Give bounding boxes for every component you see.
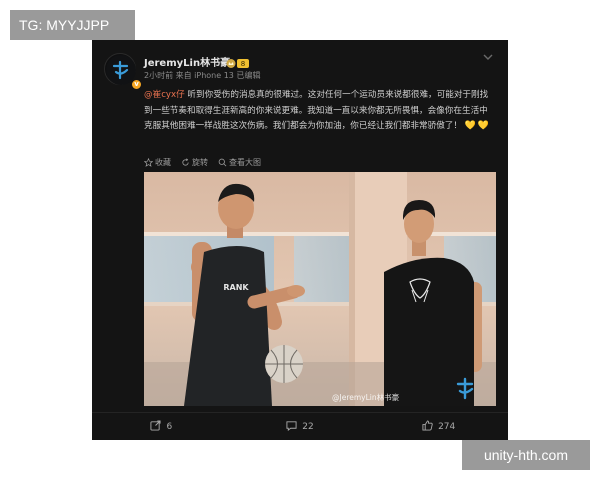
rotate-button[interactable]: 旋转 — [181, 157, 208, 168]
rotate-label: 旋转 — [192, 157, 208, 167]
post-body: 听到你受伤的消息真的很难过。这对任何一个运动员来说都很难，可能对于刚找到一些节奏… — [144, 90, 489, 131]
post-text: @崔cyx仔 听到你受伤的消息真的很难过。这对任何一个运动员来说都很难，可能对于… — [144, 88, 496, 135]
image-actions: 收藏 旋转 查看大图 — [144, 156, 261, 168]
svg-text:8: 8 — [241, 60, 245, 68]
image-watermark: @JeremyLin林书豪 — [332, 393, 400, 402]
chevron-down-icon[interactable] — [480, 48, 496, 60]
username[interactable]: JeremyLin林书豪 — [144, 54, 230, 69]
rotate-icon — [181, 157, 190, 167]
like-button[interactable]: 274 — [369, 413, 508, 440]
magnify-icon — [218, 158, 227, 167]
verified-icon: v — [131, 79, 142, 90]
view-large-label: 查看大图 — [229, 157, 261, 167]
svg-text:RANK: RANK — [223, 283, 249, 292]
favorite-button[interactable]: 收藏 — [144, 157, 171, 168]
comment-button[interactable]: 22 — [231, 413, 370, 440]
like-icon — [422, 419, 433, 434]
post-photo[interactable]: RANK @JeremyLin林书豪 — [144, 172, 496, 406]
weibo-post-card: v JeremyLin林书豪 8 2小时前 来自 iPhone 13 已编辑 @… — [92, 40, 508, 440]
avatar[interactable]: v — [104, 53, 142, 90]
repost-count: 6 — [166, 421, 173, 432]
view-large-button[interactable]: 查看大图 — [218, 157, 261, 168]
repost-button[interactable]: 6 — [92, 413, 231, 440]
comment-count: 22 — [302, 421, 314, 432]
crown-badge-icon: 8 — [226, 54, 250, 68]
repost-icon — [150, 419, 162, 434]
like-count: 274 — [438, 421, 456, 432]
heart-emoji: 💛💛 — [464, 121, 492, 131]
mention-link[interactable]: @崔cyx仔 — [144, 90, 185, 100]
favorite-label: 收藏 — [155, 157, 171, 167]
post-meta: 2小时前 来自 iPhone 13 已编辑 — [144, 71, 261, 80]
star-icon — [144, 157, 153, 167]
comment-icon — [286, 420, 297, 434]
site-tag: unity-hth.com — [462, 440, 590, 470]
tg-tag: TG: MYYJJPP — [10, 10, 135, 40]
post-footer: 6 22 274 — [92, 412, 508, 440]
